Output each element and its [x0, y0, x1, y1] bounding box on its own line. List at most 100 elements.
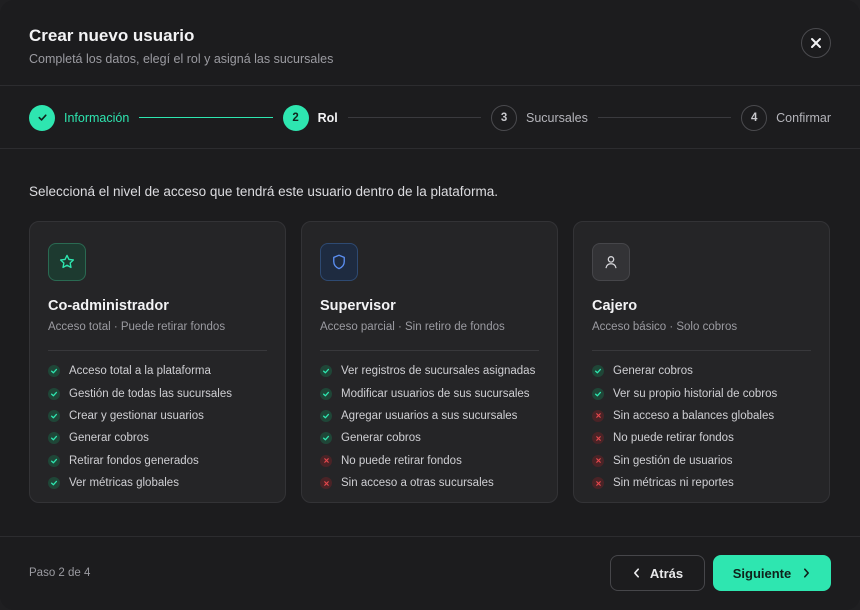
step-4-circle: 4: [741, 104, 768, 131]
feature-text: Acceso total a la plataforma: [69, 365, 211, 378]
check-icon: [320, 365, 332, 378]
feature-item: Generar cobros: [592, 360, 811, 382]
check-icon: [48, 454, 60, 467]
step-sucursales[interactable]: 3 Sucursales: [491, 104, 588, 131]
intro-text: Seleccioná el nivel de acceso que tendrá…: [29, 184, 499, 199]
step-2-label: Rol: [317, 110, 338, 125]
shield-icon: [330, 253, 348, 271]
modal-header: Crear nuevo usuario Completá los datos, …: [0, 0, 860, 86]
feature-text: Gestión de todas las sucursales: [69, 387, 233, 400]
step-4-label: Confirmar: [776, 110, 832, 125]
step-count: Paso 2 de 4: [29, 567, 91, 579]
step-rol[interactable]: 2 Rol: [282, 104, 338, 131]
modal-footer: Paso 2 de 4 Atrás Siguiente: [0, 536, 860, 610]
modal-subtitle: Completá los datos, elegí el rol y asign…: [29, 52, 334, 66]
user-icon: [602, 253, 620, 271]
role-icon-badge: [320, 243, 358, 281]
check-icon: [48, 387, 60, 400]
feature-text: Crear y gestionar usuarios: [69, 409, 204, 422]
cross-icon: [592, 432, 604, 445]
role-icon-badge: [48, 243, 86, 281]
step-3-label: Sucursales: [526, 110, 588, 125]
feature-text: Sin acceso a otras sucursales: [341, 477, 494, 490]
feature-item: Crear y gestionar usuarios: [48, 405, 267, 427]
star-icon: [58, 253, 76, 271]
cross-icon: [592, 454, 604, 467]
check-icon: [48, 365, 60, 378]
chevron-left-icon: [632, 568, 641, 578]
step-connector-3: [597, 117, 732, 118]
divider: [48, 350, 267, 351]
feature-list: Ver registros de sucursales asignadas Mo…: [320, 360, 539, 494]
modal-title: Crear nuevo usuario: [29, 26, 195, 45]
feature-item: Generar cobros: [48, 427, 267, 449]
feature-item: Ver su propio historial de cobros: [592, 382, 811, 404]
step-1-label: Información: [64, 110, 130, 125]
feature-text: Ver su propio historial de cobros: [613, 387, 778, 400]
check-icon: [320, 387, 332, 400]
feature-text: Generar cobros: [69, 432, 149, 445]
feature-text: Modificar usuarios de sus sucursales: [341, 387, 530, 400]
next-button[interactable]: Siguiente: [713, 555, 831, 591]
role-title: Supervisor: [320, 298, 396, 314]
role-card-supervisor[interactable]: Supervisor Acceso parcial · Sin retiro d…: [301, 221, 558, 503]
feature-text: Agregar usuarios a sus sucursales: [341, 409, 518, 422]
check-icon: [48, 409, 60, 422]
check-icon: [592, 365, 604, 378]
feature-item: Ver registros de sucursales asignadas: [320, 360, 539, 382]
feature-item: Acceso total a la plataforma: [48, 360, 267, 382]
check-icon: [48, 432, 60, 445]
role-subtitle: Acceso parcial · Sin retiro de fondos: [320, 321, 505, 333]
step-1-circle: [29, 104, 55, 131]
role-card-cajero[interactable]: Cajero Acceso básico · Solo cobros Gener…: [573, 221, 830, 503]
feature-text: Retirar fondos generados: [69, 454, 199, 467]
feature-item: Gestión de todas las sucursales: [48, 382, 267, 404]
feature-item: Generar cobros: [320, 427, 539, 449]
cross-icon: [320, 477, 332, 490]
feature-list: Generar cobros Ver su propio historial d…: [592, 360, 811, 494]
role-title: Cajero: [592, 298, 638, 314]
feature-text: No puede retirar fondos: [613, 432, 734, 445]
feature-item: Ver métricas globales: [48, 472, 267, 494]
feature-text: Sin acceso a balances globales: [613, 409, 775, 422]
feature-text: Generar cobros: [613, 365, 693, 378]
feature-item: Retirar fondos generados: [48, 450, 267, 472]
check-icon: [320, 432, 332, 445]
stepper: Información 2 Rol 3 Sucursales 4 Confirm…: [0, 87, 860, 149]
step-confirmar[interactable]: 4 Confirmar: [741, 104, 832, 131]
feature-text: Sin métricas ni reportes: [613, 477, 734, 490]
check-icon: [320, 409, 332, 422]
feature-text: No puede retirar fondos: [341, 454, 462, 467]
back-button-label: Atrás: [649, 565, 684, 581]
feature-text: Ver registros de sucursales asignadas: [341, 365, 536, 378]
role-card-co-administrador[interactable]: Co-administrador Acceso total · Puede re…: [29, 221, 286, 503]
check-icon: [592, 387, 604, 400]
step-connector-2: [347, 117, 482, 118]
feature-item: No puede retirar fondos: [320, 450, 539, 472]
cross-icon: [592, 477, 604, 490]
feature-list: Acceso total a la plataforma Gestión de …: [48, 360, 267, 494]
divider: [592, 350, 811, 351]
role-cards: Co-administrador Acceso total · Puede re…: [29, 221, 830, 503]
cross-icon: [320, 454, 332, 467]
step-informacion[interactable]: Información: [29, 104, 130, 131]
step-connector-1: [139, 116, 273, 119]
feature-item: Sin gestión de usuarios: [592, 450, 811, 472]
back-button[interactable]: Atrás: [610, 555, 705, 591]
cross-icon: [592, 409, 604, 422]
feature-text: Ver métricas globales: [69, 477, 179, 490]
check-icon: [48, 477, 60, 490]
role-title: Co-administrador: [48, 298, 169, 314]
chevron-right-icon: [802, 568, 811, 578]
close-button[interactable]: [801, 28, 831, 58]
step-3-circle: 3: [491, 104, 518, 131]
feature-text: Generar cobros: [341, 432, 421, 445]
check-icon: [37, 112, 48, 123]
feature-item: Sin métricas ni reportes: [592, 472, 811, 494]
divider: [320, 350, 539, 351]
role-subtitle: Acceso básico · Solo cobros: [592, 321, 738, 333]
next-button-label: Siguiente: [732, 565, 792, 581]
close-icon: [810, 37, 822, 49]
step-2-circle: 2: [282, 104, 309, 131]
feature-item: Modificar usuarios de sus sucursales: [320, 382, 539, 404]
